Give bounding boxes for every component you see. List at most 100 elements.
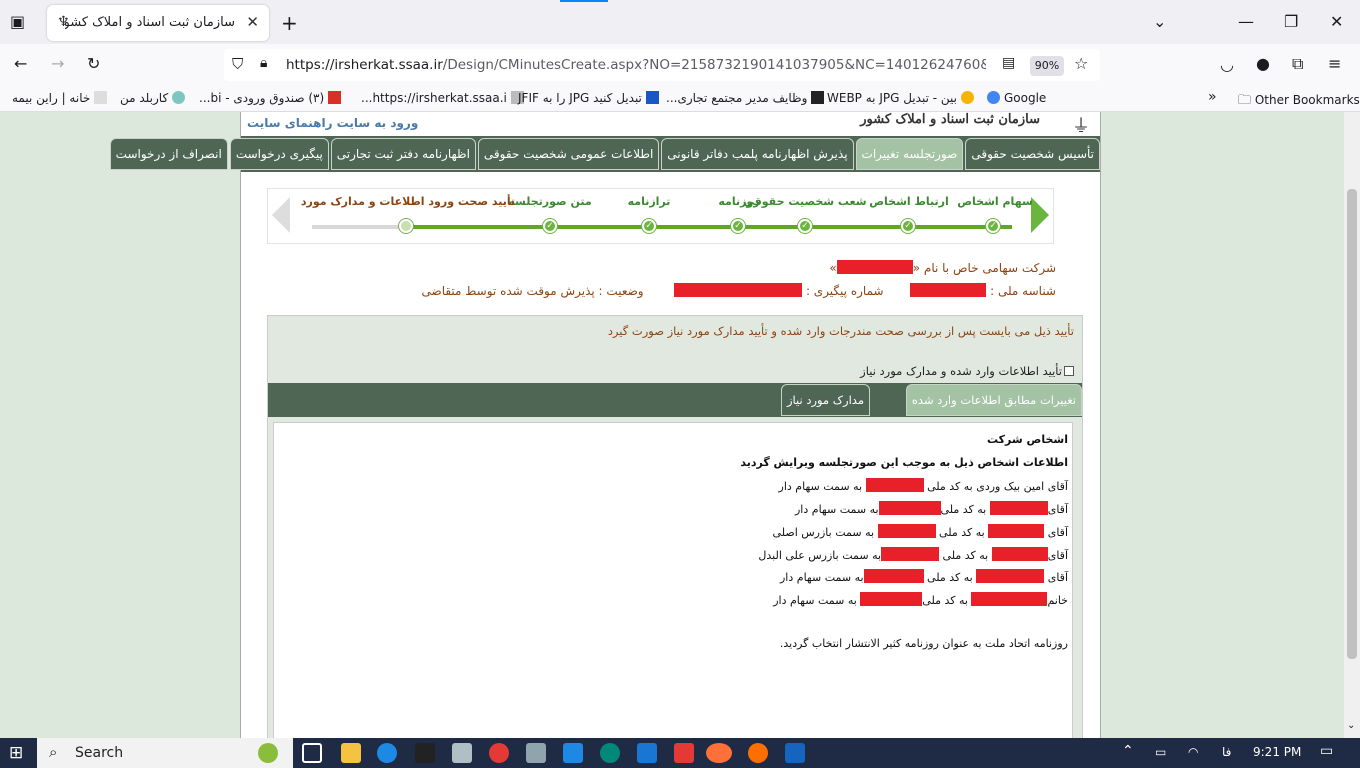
notifications-icon[interactable]: ▭ <box>1320 743 1333 759</box>
windows-start-icon[interactable]: ⊞ <box>9 743 23 763</box>
phone-icon[interactable] <box>637 743 657 763</box>
close-tab-icon[interactable]: ✕ <box>246 13 259 31</box>
file-explorer-icon[interactable] <box>341 743 361 763</box>
taskbar-search[interactable]: ⌕ Search <box>37 738 293 768</box>
bookmark-item[interactable]: (۳) صندوق ورودی - bi... <box>199 91 342 105</box>
chrome-icon[interactable] <box>489 743 509 763</box>
step-check-icon: ✓ <box>543 219 557 233</box>
new-tab-button[interactable]: + <box>281 11 298 35</box>
wizard-step-label[interactable]: ارتباط اشخاص <box>869 195 949 208</box>
wizard-step-label[interactable]: روزنامه <box>718 195 759 208</box>
tracking-label: شماره پیگیری : <box>805 284 884 298</box>
wifi-icon[interactable]: ◠ <box>1188 745 1198 759</box>
list-all-tabs-icon[interactable]: ⌄ <box>1153 12 1166 31</box>
clock[interactable]: 9:21 PM <box>1253 745 1301 759</box>
other-bookmarks[interactable]: 🗀︎ Other Bookmarks <box>1238 91 1360 113</box>
confirm-checkbox-label: تأیید اطلاعات وارد شده و مدارک مورد نیاز <box>860 364 1062 378</box>
task-view-icon[interactable] <box>302 743 322 763</box>
tab-title: سازمان ثبت اسناد و املاک کشور <box>65 15 235 30</box>
redacted-block <box>860 592 923 606</box>
wizard-prev-arrow[interactable] <box>272 197 290 233</box>
shield-icon[interactable]: ⛉ <box>232 55 243 73</box>
language-indicator[interactable]: فا <box>1222 745 1231 759</box>
bookmark-item[interactable]: وظایف مدیر مجتمع تجاری... <box>666 91 825 105</box>
scrollbar-thumb[interactable] <box>1347 189 1357 659</box>
tab-changes[interactable]: تغییرات مطابق اطلاعات وارد شده <box>905 384 1082 416</box>
menu-icon[interactable]: ≡ <box>1328 54 1341 73</box>
redacted-block <box>878 501 941 515</box>
content-subheading: اطلاعات اشخاص ذیل به موجب این صورتجلسه و… <box>740 456 1068 469</box>
national-id-label: شناسه ملی : <box>990 284 1056 298</box>
battery-icon[interactable]: ▭ <box>1155 745 1166 759</box>
anydesk-icon[interactable] <box>674 743 694 763</box>
wizard-step-label[interactable]: شعب شخصیت حقوقی <box>743 195 866 208</box>
menu-tab[interactable]: اطلاعات عمومی شخصیت حقوقی <box>477 138 660 170</box>
back-icon[interactable]: ← <box>14 54 27 73</box>
page-scrollbar[interactable]: ⌄ <box>1344 112 1360 738</box>
wizard-next-arrow[interactable] <box>1031 197 1049 233</box>
step-current-dot-icon <box>399 219 413 233</box>
menu-tab[interactable]: تأسیس شخصیت حقوقی <box>965 138 1100 170</box>
bird-icon <box>258 743 278 763</box>
person-line: آقای به کد ملیبه سمت سهام دار <box>795 501 1068 516</box>
person-line: آقای به کد ملی به سمت بازرس اصلی <box>772 524 1068 539</box>
word-icon[interactable] <box>785 743 805 763</box>
calculator-icon[interactable] <box>415 743 435 763</box>
app-icon[interactable] <box>452 743 472 763</box>
checkbox-box[interactable] <box>1064 366 1074 376</box>
paint-icon[interactable] <box>526 743 546 763</box>
site-icon <box>172 91 186 104</box>
app-icon[interactable] <box>563 743 583 763</box>
bookmark-item[interactable]: بین - تبدیل JPG به WEBP <box>827 91 974 105</box>
internet-explorer-icon[interactable] <box>377 743 397 763</box>
step-check-icon: ✓ <box>901 219 915 233</box>
forward-icon[interactable]: → <box>51 54 64 73</box>
menu-tab-active[interactable]: صورتجلسه تغییرات <box>855 138 964 170</box>
wizard-step-label[interactable]: ترازنامه <box>628 195 671 208</box>
menu-tab[interactable]: پذیرش اظهارنامه پلمب دفاتر قانونی <box>661 138 854 170</box>
page-viewport: ورود به سایت راهنمای سایت سازمان ثبت اسن… <box>0 112 1344 738</box>
tab-list-icon[interactable]: ▣ <box>10 12 25 31</box>
account-icon[interactable]: ● <box>1256 54 1270 73</box>
status-text: وضعیت : پذیرش موقت شده توسط متقاضی <box>421 284 644 298</box>
redacted-block <box>865 478 924 492</box>
browser-tab[interactable]: ♆ سازمان ثبت اسناد و املاک کشور ✕ <box>47 5 269 41</box>
tray-chevron-icon[interactable]: ⌃ <box>1122 743 1134 759</box>
zoom-level[interactable]: 90% <box>1030 56 1064 76</box>
app-icon[interactable] <box>748 743 768 763</box>
url-bar[interactable]: ⛉ 🔒︎ https://irsherkat.ssaa.ir/Design/CM… <box>224 49 1100 81</box>
minimize-button[interactable]: — <box>1238 12 1254 31</box>
lock-icon[interactable]: 🔒︎ <box>260 55 267 71</box>
bookmark-item[interactable]: Google <box>987 91 1046 105</box>
wizard-step-label-current[interactable]: تأیید صحت ورود اطلاعات و مدارک مورد <box>301 195 515 208</box>
tab-documents[interactable]: مدارک مورد نیاز <box>780 384 870 416</box>
redacted-block <box>976 569 1045 583</box>
site-logo-text: سازمان ثبت اسناد و املاک کشور <box>860 112 1040 127</box>
menu-tab[interactable]: اظهارنامه دفتر ثبت تجارتی <box>330 138 476 170</box>
bookmark-item[interactable]: تبدیل کنید JPG را به JFIF <box>518 91 659 105</box>
bookmark-item[interactable]: https://irsherkat.ssaa.i... <box>361 91 524 105</box>
wizard-step-label[interactable]: سهام اشخاص <box>957 195 1033 208</box>
wizard-progress: سهام اشخاص ارتباط اشخاص شعب شخصیت حقوقی … <box>267 188 1054 244</box>
search-icon: ⌕ <box>49 743 58 761</box>
edge-icon[interactable] <box>600 743 620 763</box>
menu-tab[interactable]: انصراف از درخواست <box>109 138 228 170</box>
firefox-icon[interactable] <box>706 743 732 763</box>
confirm-checkbox[interactable]: تأیید اطلاعات وارد شده و مدارک مورد نیاز <box>860 364 1074 378</box>
bookmark-star-icon[interactable]: ☆ <box>1074 54 1088 73</box>
reload-icon[interactable]: ↻ <box>87 54 100 73</box>
extensions-icon[interactable]: ⧉ <box>1292 54 1303 74</box>
bookmark-item[interactable]: خانه | راین بیمه <box>12 91 108 105</box>
reader-view-icon[interactable]: ▤ <box>1002 55 1015 71</box>
maximize-button[interactable]: ❐ <box>1284 12 1298 31</box>
scroll-down-arrow-icon[interactable]: ⌄ <box>1347 720 1355 731</box>
wizard-step-label[interactable]: متن صورتجلسه <box>508 195 591 208</box>
header-links[interactable]: ورود به سایت راهنمای سایت <box>247 116 418 130</box>
bookmark-item[interactable]: کاربلد من <box>120 91 186 105</box>
close-window-button[interactable]: ✕ <box>1330 12 1343 31</box>
box-icon <box>811 91 825 104</box>
pocket-icon[interactable]: ◡ <box>1220 55 1234 74</box>
menu-tab[interactable]: پیگیری درخواست <box>229 138 329 170</box>
url-text[interactable]: https://irsherkat.ssaa.ir/Design/CMinute… <box>286 57 986 73</box>
overflow-chevron-icon[interactable]: » <box>1208 89 1217 105</box>
